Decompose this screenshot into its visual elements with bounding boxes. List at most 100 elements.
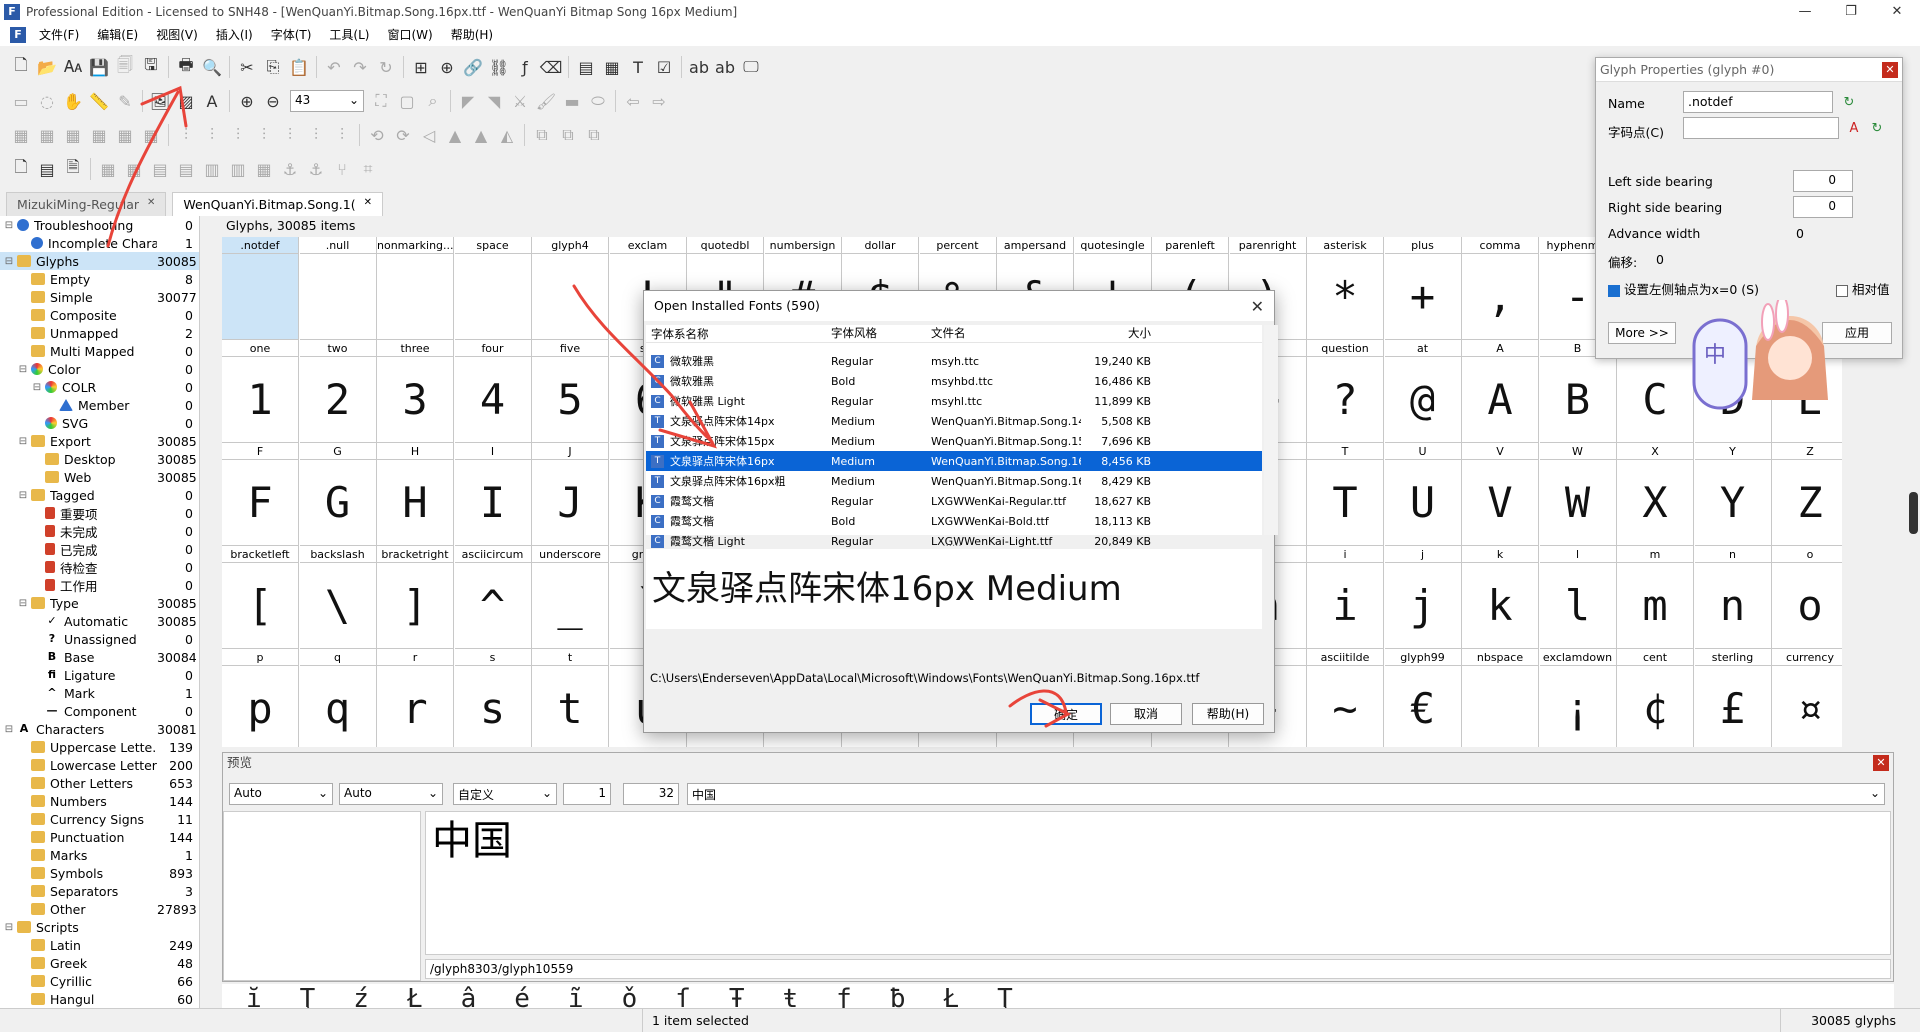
tree-item[interactable]: ⊟ A Characters 30081 [0,720,199,738]
col-family[interactable]: 字体系名称 [646,325,826,342]
tab-close-icon[interactable]: ✕ [364,197,372,212]
zoom-in-icon[interactable]: ⊕ [234,88,260,114]
tree-item[interactable]: ⊟ Color 0 [0,360,199,378]
dialog-close-icon[interactable]: ✕ [1251,297,1264,316]
rect-shape-icon[interactable]: ▬ [559,88,585,114]
menu-item[interactable]: 视图(V) [147,24,207,46]
dist7-icon[interactable]: ⫶ [329,122,355,148]
font-row[interactable] [646,343,1262,351]
refresh-icon[interactable]: ↻ [373,54,399,80]
redo-icon[interactable]: ↷ [347,54,373,80]
font-row[interactable]: C 微软雅黑 Bold msyhbd.ttc 16,486 KB [646,371,1262,391]
lsb-spinner[interactable]: 0 [1793,170,1853,192]
tree-item[interactable]: — Component 0 [0,702,199,720]
glyph-cell[interactable]: at @ [1384,340,1462,443]
refresh-codepoint-icon[interactable]: ↻ [1864,115,1890,141]
eraser-icon[interactable]: ⌫ [538,54,564,80]
font-row[interactable]: T 文泉驿点阵宋体14px Medium WenQuanYi.Bitmap.Song.… [646,411,1262,431]
glyph-cell[interactable]: HH [377,443,454,546]
image-icon[interactable]: 🖼 [147,88,173,114]
tree-item[interactable]: Other Letters 653 [0,774,199,792]
tree-item[interactable]: ^ Mark 1 [0,684,199,702]
menu-app-icon[interactable]: F [10,27,26,43]
minimize-icon[interactable]: — [1782,0,1828,24]
preview-select-3[interactable]: 自定义 ⌄ [453,783,557,805]
tree-item[interactable]: ⊟ Glyphs 30085 [0,252,199,270]
help-button[interactable]: 帮助(H) [1192,703,1264,725]
preview-spinner-1[interactable]: 1 [563,783,611,805]
tree-item[interactable]: 已完成 0 [0,540,199,558]
grid5-icon[interactable]: ▥ [199,156,225,182]
tree-item[interactable]: ⊟ Tagged 0 [0,486,199,504]
expand-toggle-icon[interactable]: ⊟ [18,364,28,375]
tree-item[interactable]: Simple 30077 [0,288,199,306]
grid7-icon[interactable]: ▦ [251,156,277,182]
pointer-icon[interactable]: ◤ [455,88,481,114]
menu-item[interactable]: 文件(F) [30,24,88,46]
dist4-icon[interactable]: ⫶ [251,122,277,148]
glyph-cell[interactable]: tt [532,649,609,747]
zoom-out-icon[interactable]: ⊖ [260,88,286,114]
more-button[interactable]: More >> [1608,322,1676,344]
vertical-scrollbar[interactable] [1908,200,1920,1008]
expand-toggle-icon[interactable]: ⊟ [4,220,14,231]
preview-spinner-2[interactable]: 32 [623,783,679,805]
save-copy-icon[interactable]: 🗐 [112,54,138,80]
knife-icon[interactable]: ⚔ [507,88,533,114]
grid1-icon[interactable]: ▦ [95,156,121,182]
glyph-cell[interactable]: ll [1539,546,1617,649]
font-icon[interactable]: 🗛 [60,54,86,80]
tree-item[interactable]: Empty 8 [0,270,199,288]
panel-splitter[interactable] [200,216,222,1008]
tree-item[interactable]: Latin 249 [0,936,199,954]
refresh-name-icon[interactable]: ↻ [1836,89,1862,115]
cancel-button[interactable]: 取消 [1110,703,1182,725]
select-rect-icon[interactable]: ▭ [8,88,34,114]
new-icon[interactable]: 🗋 [8,54,34,80]
validate-icon[interactable]: ☑ [651,54,677,80]
font-row[interactable]: T 文泉驿点阵宋体15px Medium WenQuanYi.Bitmap.Song.… [646,431,1262,451]
tree-item[interactable]: ⊟ Scripts [0,918,199,936]
add-glyph-icon[interactable]: ⊞ [408,54,434,80]
glyph-cell[interactable]: TT [1307,443,1384,546]
align6-icon[interactable]: ▦ [138,122,164,148]
glyph-cell[interactable]: glyph4 [532,237,609,340]
tree-item[interactable]: B Base 30084 [0,648,199,666]
flip4-icon[interactable]: ◭ [494,122,520,148]
menu-item[interactable]: 窗口(W) [378,24,441,46]
glyph-cell[interactable]: XX [1617,443,1694,546]
dist2-icon[interactable]: ⫶ [199,122,225,148]
align2-icon[interactable]: ▦ [34,122,60,148]
tree-item[interactable]: Cyrillic 66 [0,972,199,990]
rsb-spinner[interactable]: 0 [1793,196,1853,218]
paste-icon[interactable]: 📋 [286,54,312,80]
preview-close-icon[interactable]: ✕ [1873,755,1889,771]
pen-icon[interactable]: ✎ [112,88,138,114]
grid3-icon[interactable]: ▤ [147,156,173,182]
tree-item[interactable]: Currency Signs 11 [0,810,199,828]
glyph-cell[interactable]: cent ¢ [1617,649,1694,747]
node-icon[interactable]: ⑂ [329,156,355,182]
subtract-icon[interactable]: ⧉ [581,122,607,148]
menu-item[interactable]: 字体(T) [262,24,321,46]
preview-select-1[interactable]: Auto ⌄ [229,783,333,805]
glyph-cell[interactable]: nonmarking... [377,237,454,340]
align3-icon[interactable]: ▦ [60,122,86,148]
tree-item[interactable]: Incomplete Charac... 1 [0,234,199,252]
tree-item[interactable]: Punctuation 144 [0,828,199,846]
glyph-cell[interactable]: JJ [532,443,609,546]
glyph-cell[interactable]: asciitilde ~ [1307,649,1384,747]
glyph-cell[interactable]: mm [1617,546,1694,649]
tree-item[interactable]: SVG 0 [0,414,199,432]
codepoint-field[interactable] [1683,117,1839,139]
anchor-icon[interactable]: ⚓ [277,156,303,182]
flip-icon[interactable]: ◁ [416,122,442,148]
tree-item[interactable]: 未完成 0 [0,522,199,540]
close-icon[interactable]: ✕ [1874,0,1920,24]
function-icon[interactable]: ƒ [512,54,538,80]
glyph-cell[interactable]: underscore _ [532,546,609,649]
tree-item[interactable]: fi Ligature 0 [0,666,199,684]
tree-item[interactable]: Unmapped 2 [0,324,199,342]
flip3-icon[interactable]: ▲ [468,122,494,148]
glyph-cell[interactable]: five 5 [532,340,609,443]
